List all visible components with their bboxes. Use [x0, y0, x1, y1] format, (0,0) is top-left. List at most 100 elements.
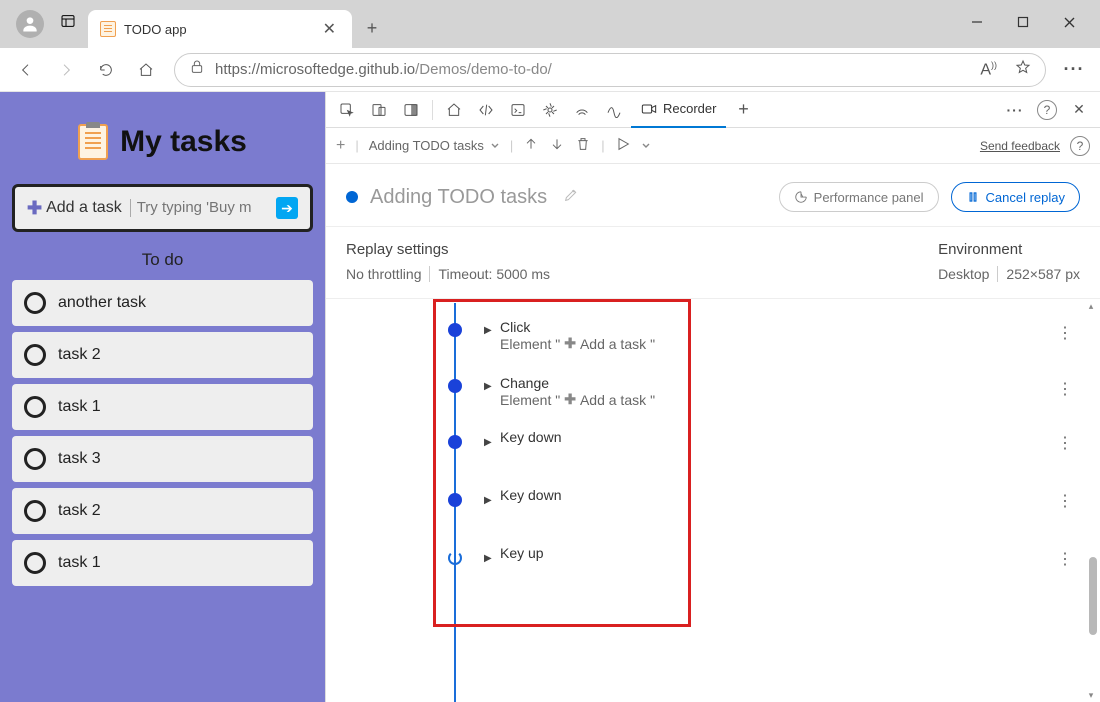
task-checkbox[interactable]	[24, 500, 46, 522]
step-item[interactable]: ▶ Key down ⋮	[326, 421, 1100, 467]
cancel-replay-button[interactable]: Cancel replay	[951, 182, 1081, 212]
profile-icon[interactable]	[16, 10, 44, 38]
step-item[interactable]: ▶ Key down ⋮	[326, 479, 1100, 525]
welcome-tab-icon[interactable]	[439, 95, 469, 125]
inspect-icon[interactable]	[332, 95, 362, 125]
clipboard-icon	[78, 124, 108, 160]
task-checkbox[interactable]	[24, 552, 46, 574]
task-checkbox[interactable]	[24, 396, 46, 418]
env-size: 252×587 px	[1006, 266, 1080, 282]
nav-refresh-button[interactable]	[88, 52, 124, 88]
play-settings-icon[interactable]	[641, 138, 651, 153]
edit-title-icon[interactable]	[563, 187, 579, 208]
send-feedback-link[interactable]: Send feedback	[980, 139, 1060, 153]
workspaces-icon[interactable]	[60, 13, 76, 34]
task-checkbox[interactable]	[24, 292, 46, 314]
devtools-menu-icon[interactable]: ···	[1000, 95, 1030, 125]
window-close-button[interactable]	[1046, 6, 1092, 38]
network-tab-icon[interactable]	[567, 95, 597, 125]
task-item[interactable]: task 1	[12, 540, 313, 586]
add-tab-button[interactable]: +	[728, 95, 758, 125]
task-item[interactable]: task 3	[12, 436, 313, 482]
throttling-value[interactable]: No throttling	[346, 266, 421, 282]
expand-icon[interactable]: ▶	[484, 495, 492, 506]
nav-forward-button	[48, 52, 84, 88]
import-icon[interactable]	[549, 136, 565, 155]
devtools-close-icon[interactable]: ✕	[1064, 95, 1094, 125]
new-recording-button[interactable]: +	[336, 137, 345, 155]
toolbar-help-icon[interactable]: ?	[1070, 136, 1090, 156]
address-bar[interactable]: https://microsoftedge.github.io/Demos/de…	[174, 53, 1046, 87]
window-minimize-button[interactable]	[954, 6, 1000, 38]
timeout-value[interactable]: Timeout: 5000 ms	[438, 266, 550, 282]
step-menu-icon[interactable]: ⋮	[1049, 319, 1080, 347]
lock-icon	[189, 59, 205, 80]
play-icon[interactable]	[615, 136, 631, 155]
task-checkbox[interactable]	[24, 344, 46, 366]
task-item[interactable]: task 2	[12, 488, 313, 534]
step-dot-icon	[448, 379, 462, 393]
todo-app-panel: My tasks ✚Add a task ➔ To do another tas…	[0, 92, 325, 702]
recording-title: Adding TODO tasks	[370, 186, 547, 209]
nav-back-button[interactable]	[8, 52, 44, 88]
step-menu-icon[interactable]: ⋮	[1049, 375, 1080, 403]
performance-tab-icon[interactable]	[599, 95, 629, 125]
add-task-submit-button[interactable]: ➔	[276, 197, 298, 219]
scroll-up-icon[interactable]: ▴	[1084, 299, 1098, 313]
nav-home-button[interactable]	[128, 52, 164, 88]
performance-panel-button[interactable]: Performance panel	[779, 182, 939, 212]
expand-icon[interactable]: ▶	[484, 553, 492, 564]
delete-icon[interactable]	[575, 136, 591, 155]
read-aloud-icon[interactable]: A))	[980, 60, 997, 79]
add-task-input[interactable]	[137, 199, 268, 216]
recorder-tab[interactable]: Recorder	[631, 92, 726, 128]
steps-area: ▶ Click Element "✚ Add a task" ⋮ ▶ Chang…	[326, 299, 1100, 702]
step-item[interactable]: ▶ Change Element "✚ Add a task" ⋮	[326, 365, 1100, 421]
browser-menu-button[interactable]: ···	[1056, 52, 1092, 88]
settings-row: Replay settings No throttling Timeout: 50…	[326, 227, 1100, 299]
task-list: another task task 2 task 1 task 3 task 2…	[12, 280, 313, 586]
expand-icon[interactable]: ▶	[484, 381, 492, 392]
expand-icon[interactable]: ▶	[484, 325, 492, 336]
scrollbar[interactable]: ▴ ▾	[1084, 299, 1098, 702]
environment-header: Environment	[938, 241, 1080, 258]
add-task-label: ✚Add a task	[27, 198, 122, 219]
step-spinner-icon	[448, 551, 462, 565]
devtools-tabbar: Recorder + ··· ? ✕	[326, 92, 1100, 128]
step-menu-icon[interactable]: ⋮	[1049, 429, 1080, 457]
add-task-form[interactable]: ✚Add a task ➔	[12, 184, 313, 232]
task-item[interactable]: task 1	[12, 384, 313, 430]
devtools-help-icon[interactable]: ?	[1032, 95, 1062, 125]
scroll-down-icon[interactable]: ▾	[1084, 688, 1098, 702]
tab-title: TODO app	[124, 22, 311, 37]
browser-tab[interactable]: TODO app ✕	[88, 10, 352, 48]
task-checkbox[interactable]	[24, 448, 46, 470]
devtools-panel: Recorder + ··· ? ✕ + | Adding TODO tasks…	[325, 92, 1100, 702]
tab-favicon-icon	[100, 21, 116, 37]
plus-icon: ✚	[564, 391, 576, 408]
device-toggle-icon[interactable]	[364, 95, 394, 125]
favorite-icon[interactable]	[1015, 59, 1031, 80]
app-title: My tasks	[120, 125, 247, 159]
task-item[interactable]: another task	[12, 280, 313, 326]
step-item[interactable]: ▶ Click Element "✚ Add a task" ⋮	[326, 309, 1100, 365]
step-menu-icon[interactable]: ⋮	[1049, 545, 1080, 573]
console-tab-icon[interactable]	[503, 95, 533, 125]
step-dot-icon	[448, 323, 462, 337]
scroll-thumb[interactable]	[1089, 557, 1097, 635]
step-item[interactable]: ▶ Key up ⋮	[326, 537, 1100, 583]
export-icon[interactable]	[523, 136, 539, 155]
window-maximize-button[interactable]	[1000, 6, 1046, 38]
task-item[interactable]: task 2	[12, 332, 313, 378]
recording-selector[interactable]: Adding TODO tasks	[369, 138, 500, 153]
new-tab-button[interactable]: +	[356, 12, 388, 44]
tab-close-icon[interactable]: ✕	[319, 17, 340, 41]
expand-icon[interactable]: ▶	[484, 437, 492, 448]
replay-settings-header: Replay settings	[346, 241, 550, 258]
dock-icon[interactable]	[396, 95, 426, 125]
sources-tab-icon[interactable]	[535, 95, 565, 125]
elements-tab-icon[interactable]	[471, 95, 501, 125]
step-menu-icon[interactable]: ⋮	[1049, 487, 1080, 515]
plus-icon: ✚	[564, 335, 576, 352]
recording-header: Adding TODO tasks Performance panel Canc…	[326, 164, 1100, 227]
